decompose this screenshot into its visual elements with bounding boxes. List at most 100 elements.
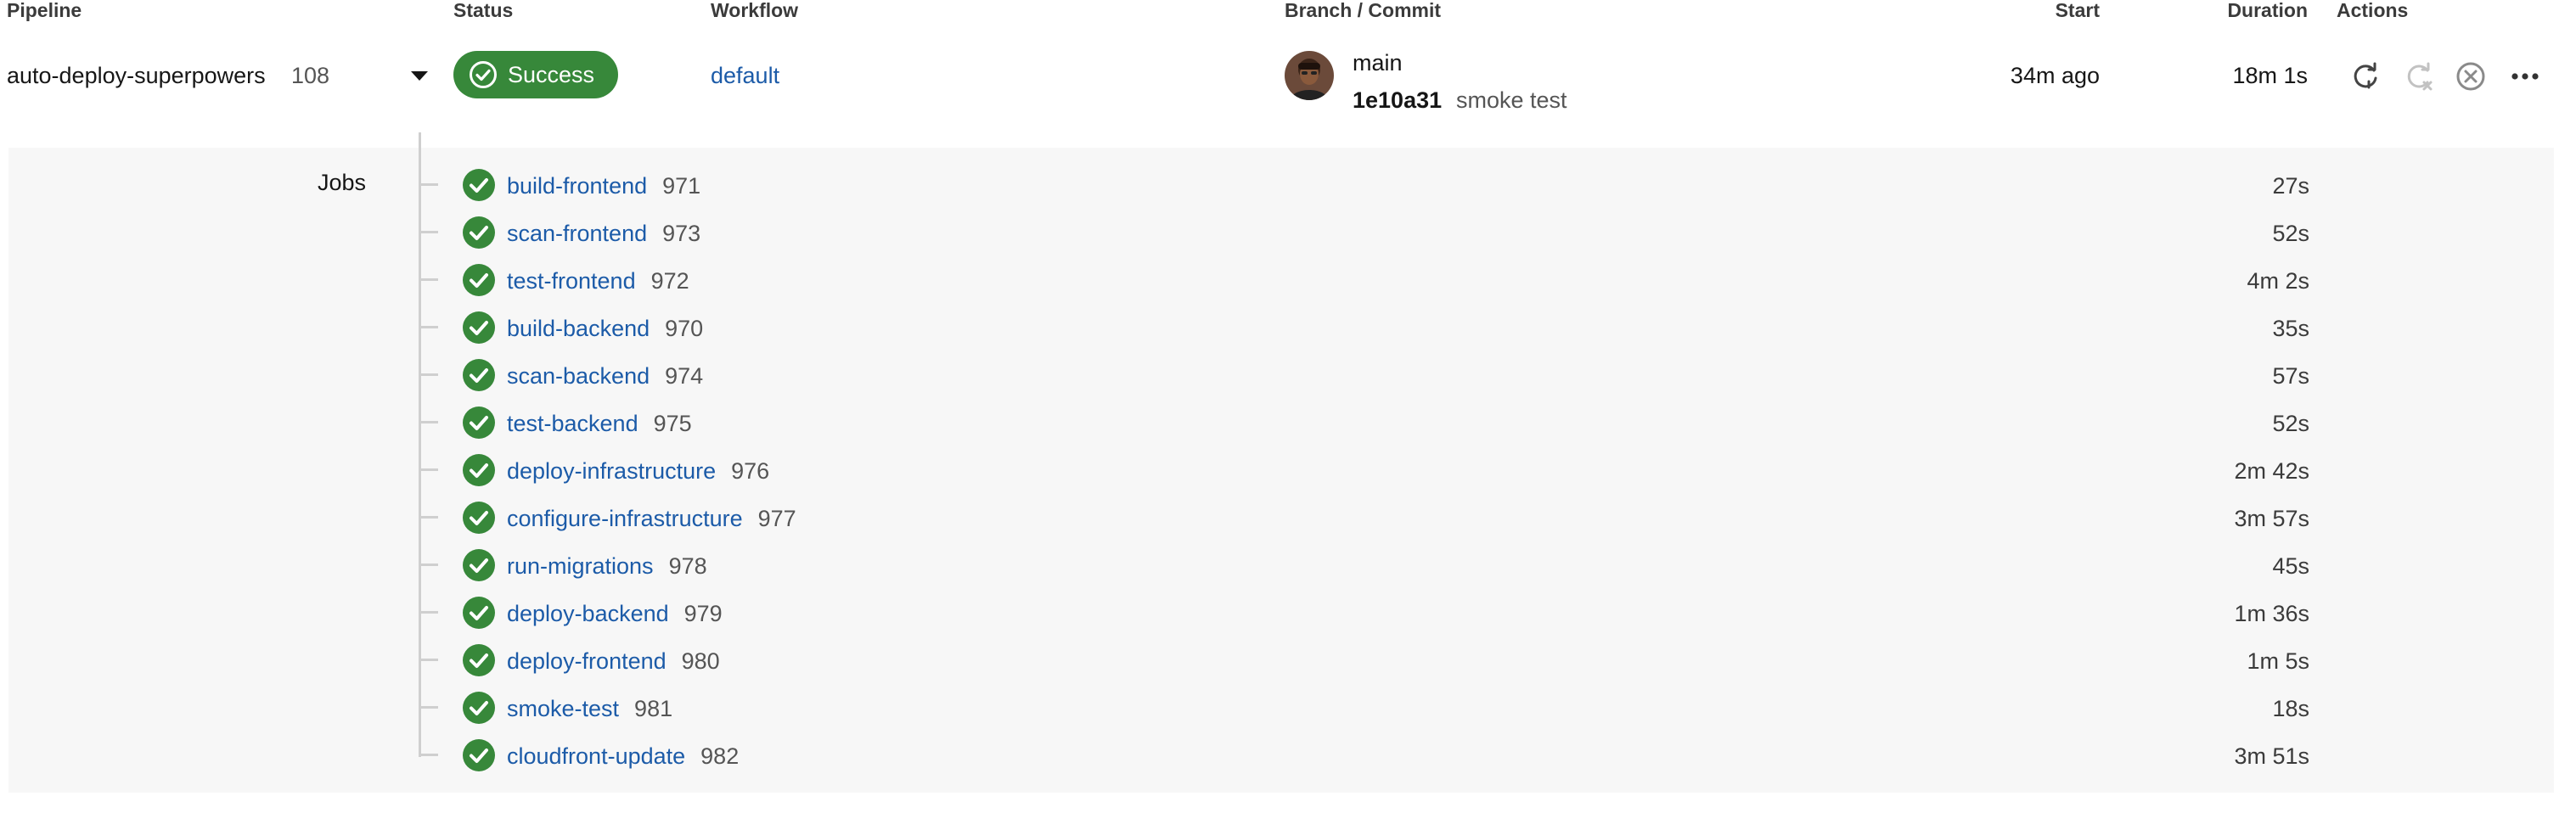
job-name[interactable]: configure-infrastructure: [507, 506, 743, 531]
job-name[interactable]: scan-backend: [507, 363, 650, 389]
pipeline-number: 108: [291, 63, 330, 88]
job-name-link[interactable]: scan-backend 974: [507, 363, 703, 390]
success-check-icon: [463, 644, 495, 676]
job-number: 981: [634, 696, 673, 721]
job-name-link[interactable]: build-frontend 971: [507, 173, 700, 199]
job-number: 973: [662, 221, 701, 246]
job-duration: 18s: [2272, 696, 2309, 721]
success-check-icon: [463, 359, 495, 391]
job-number: 980: [681, 648, 720, 674]
job-row[interactable]: configure-infrastructure 977 3m 57s: [0, 494, 2576, 541]
header-status: Status: [453, 0, 514, 21]
tree-connector: [421, 326, 438, 328]
tree-connector: [421, 754, 438, 756]
tree-connector: [421, 563, 438, 566]
success-check-icon: [463, 311, 495, 344]
job-row[interactable]: test-backend 975 52s: [0, 399, 2576, 446]
job-name-link[interactable]: test-frontend 972: [507, 268, 689, 294]
success-check-icon: [463, 216, 495, 249]
job-row[interactable]: run-migrations 978 45s: [0, 541, 2576, 589]
table-header: Pipeline Status Workflow Branch / Commit…: [0, 0, 2576, 37]
job-duration: 1m 36s: [2234, 601, 2309, 626]
job-row[interactable]: scan-backend 974 57s: [0, 351, 2576, 399]
job-number: 976: [731, 458, 770, 484]
tree-connector: [421, 659, 438, 661]
job-name[interactable]: scan-frontend: [507, 221, 647, 246]
job-row[interactable]: build-frontend 971 27s: [0, 161, 2576, 209]
success-check-icon: [463, 739, 495, 771]
pipeline-name[interactable]: auto-deploy-superpowers: [7, 63, 266, 89]
tree-connector: [421, 516, 438, 519]
status-text: Success: [508, 61, 595, 87]
job-number: 975: [653, 411, 692, 436]
job-name[interactable]: deploy-infrastructure: [507, 458, 716, 484]
job-number: 982: [700, 743, 740, 769]
more-icon[interactable]: [2508, 59, 2542, 93]
tree-connector: [421, 611, 438, 614]
job-name[interactable]: cloudfront-update: [507, 743, 685, 769]
tree-connector: [421, 373, 438, 376]
job-name-link[interactable]: configure-infrastructure 977: [507, 506, 796, 532]
job-number: 972: [650, 268, 689, 294]
job-name[interactable]: deploy-backend: [507, 601, 669, 626]
header-workflow: Workflow: [711, 0, 799, 21]
job-duration: 35s: [2272, 316, 2309, 341]
job-name[interactable]: build-frontend: [507, 173, 647, 199]
job-duration: 3m 51s: [2234, 743, 2309, 769]
cancel-icon[interactable]: [2454, 59, 2488, 93]
job-name-link[interactable]: test-backend 975: [507, 411, 692, 437]
job-row[interactable]: deploy-backend 979 1m 36s: [0, 589, 2576, 636]
start-time: 34m ago: [2010, 63, 2100, 88]
job-name[interactable]: deploy-frontend: [507, 648, 666, 674]
success-check-icon: [463, 169, 495, 201]
job-name[interactable]: run-migrations: [507, 553, 654, 579]
job-row[interactable]: deploy-infrastructure 976 2m 42s: [0, 446, 2576, 494]
success-check-icon: [470, 61, 497, 88]
tree-connector: [421, 706, 438, 709]
job-duration: 52s: [2272, 411, 2309, 436]
branch-name[interactable]: main: [1353, 50, 1403, 76]
tree-connector: [421, 231, 438, 233]
tree-connector: [421, 421, 438, 423]
job-name[interactable]: test-frontend: [507, 268, 636, 294]
job-name-link[interactable]: deploy-frontend 980: [507, 648, 720, 675]
job-name[interactable]: build-backend: [507, 316, 650, 341]
success-check-icon: [463, 406, 495, 439]
job-name[interactable]: test-backend: [507, 411, 638, 436]
job-name-link[interactable]: smoke-test 981: [507, 696, 672, 722]
job-row[interactable]: cloudfront-update 982 3m 51s: [0, 732, 2576, 779]
job-duration: 3m 57s: [2234, 506, 2309, 531]
pipeline-duration: 18m 1s: [2232, 63, 2308, 88]
job-row[interactable]: deploy-frontend 980 1m 5s: [0, 636, 2576, 684]
job-name-link[interactable]: cloudfront-update 982: [507, 743, 739, 770]
job-duration: 27s: [2272, 173, 2309, 199]
job-number: 974: [665, 363, 704, 389]
job-row[interactable]: smoke-test 981 18s: [0, 684, 2576, 732]
job-duration: 57s: [2272, 363, 2309, 389]
job-name-link[interactable]: build-backend 970: [507, 316, 703, 342]
job-duration: 45s: [2272, 553, 2309, 579]
job-row[interactable]: build-backend 970 35s: [0, 304, 2576, 351]
job-name-link[interactable]: deploy-infrastructure 976: [507, 458, 769, 485]
header-branch-commit: Branch / Commit: [1285, 0, 1442, 21]
job-name-link[interactable]: scan-frontend 973: [507, 221, 700, 247]
job-name-link[interactable]: deploy-backend 979: [507, 601, 723, 627]
job-row[interactable]: scan-frontend 973 52s: [0, 209, 2576, 256]
commit-hash[interactable]: 1e10a31: [1353, 87, 1442, 114]
job-row[interactable]: test-frontend 972 4m 2s: [0, 256, 2576, 304]
workflow-link[interactable]: default: [711, 63, 779, 89]
success-check-icon: [463, 597, 495, 629]
job-name-link[interactable]: run-migrations 978: [507, 553, 707, 580]
header-start: Start: [2055, 0, 2100, 21]
avatar: [1285, 51, 1334, 100]
tree-connector: [421, 183, 438, 186]
rerun-icon[interactable]: [2348, 59, 2382, 93]
job-duration: 1m 5s: [2247, 648, 2309, 674]
header-pipeline: Pipeline: [7, 0, 82, 21]
pipeline-row[interactable]: auto-deploy-superpowers 108 Success defa…: [0, 37, 2576, 148]
job-duration: 2m 42s: [2234, 458, 2309, 484]
job-name[interactable]: smoke-test: [507, 696, 619, 721]
job-duration: 52s: [2272, 221, 2309, 246]
expand-caret-icon[interactable]: [411, 71, 428, 81]
job-number: 978: [668, 553, 707, 579]
